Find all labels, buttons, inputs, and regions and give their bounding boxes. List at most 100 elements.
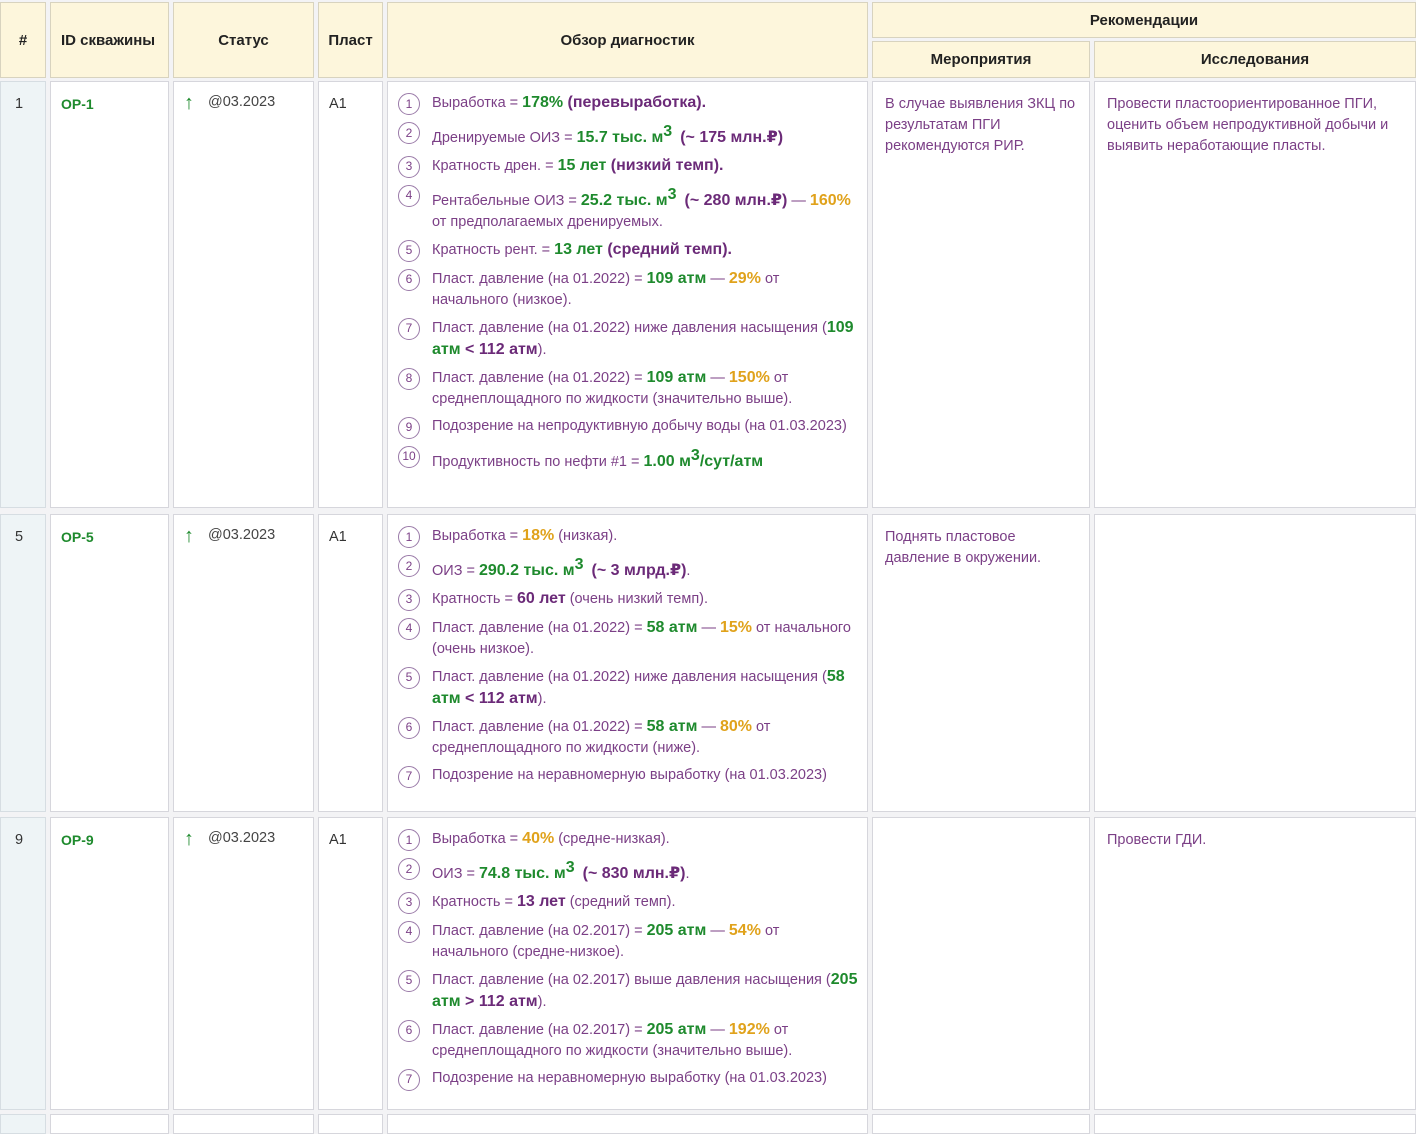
diagnostic-item: 4 Пласт. давление (на 01.2022) = 58 атм —… (398, 617, 859, 660)
diagnostic-item: 2 ОИЗ = 74.8 тыс. м3 (~ 830 млн.₽). (398, 857, 859, 885)
text-plain: Выработка = (432, 831, 523, 847)
value-green: 1.00 м (643, 452, 691, 470)
item-number-badge: 4 (398, 920, 420, 943)
value-purple: (~ 175 млн.₽) (680, 128, 784, 146)
value-sup: 3 (574, 556, 584, 573)
value-green: 109 атм (646, 269, 707, 287)
arrow-up-icon: ↑ (184, 92, 194, 114)
diagnostic-text: Подозрение на неравномерную выработку (н… (432, 765, 859, 786)
diagnostic-item: 7 Подозрение на неравномерную выработку (… (398, 1068, 859, 1091)
diagnostic-text: Пласт. давление (на 02.2017) выше давлен… (432, 969, 859, 1013)
text-plain-tail: (очень низкий темп). (565, 590, 709, 607)
item-number-badge: 9 (398, 416, 420, 439)
value-sup: 3 (690, 446, 700, 464)
plast-value: A1 (318, 817, 383, 1110)
recommendation-research: Провести ГДИ. (1094, 817, 1416, 1110)
text-plain: Пласт. давление (на 01.2022) = (432, 718, 647, 735)
item-number-badge: 1 (398, 829, 420, 851)
next-row-status (173, 1114, 314, 1134)
item-number-badge: 1 (398, 93, 420, 115)
value-green-unit: /сут/атм (699, 452, 764, 470)
header-events[interactable]: Мероприятия (872, 41, 1090, 78)
header-num: # (0, 2, 46, 78)
diagnostic-text: Рентабельные ОИЗ = 25.2 тыс. м3 (~ 280 мл… (432, 184, 859, 233)
next-row-research (1094, 1114, 1416, 1134)
value-purple: (перевыработка). (563, 94, 707, 111)
recommendation-research: Провести пластоориентированное ПГИ, оцен… (1094, 81, 1416, 508)
item-number-badge: 10 (398, 445, 420, 468)
diagnostic-text: Пласт. давление (на 02.2017) = 205 атм —… (432, 1019, 859, 1062)
value-purple: > 112 атм (460, 992, 538, 1010)
header-diagnostics[interactable]: Обзор диагностик (387, 2, 868, 78)
diagnostic-text: Подозрение на неравномерную выработку (н… (432, 1068, 859, 1089)
item-number-badge: 6 (398, 716, 420, 739)
row-number: 9 (0, 817, 46, 1110)
diagnostic-text: ОИЗ = 290.2 тыс. м3 (~ 3 млрд.₽). (432, 554, 859, 582)
diagnostic-text: Пласт. давление (на 01.2022) = 58 атм — … (432, 617, 859, 660)
dash: — (697, 718, 720, 735)
status-cell: ↑ @03.2023 (173, 81, 314, 508)
well-id-link[interactable]: OP-9 (50, 817, 169, 1110)
text-plain: ОИЗ = (432, 865, 479, 882)
item-number-badge: 5 (398, 969, 420, 992)
dash: — (697, 619, 720, 636)
diagnostic-text: Пласт. давление (на 01.2022) ниже давлен… (432, 317, 859, 361)
value-green: 58 атм (646, 717, 698, 735)
well-id-link[interactable]: OP-5 (50, 514, 169, 812)
diagnostic-text: Кратность = 13 лет (средний темп). (432, 891, 859, 913)
item-number-badge: 6 (398, 268, 420, 291)
diagnostic-item: 1 Выработка = 40% (средне-низкая). (398, 828, 859, 851)
status-date: @03.2023 (208, 830, 276, 846)
item-number-badge: 8 (398, 367, 420, 390)
text-plain: Пласт. давление (на 01.2022) = (432, 619, 647, 636)
text-plain: Дренируемые ОИЗ = (432, 129, 577, 146)
value-green: 74.8 тыс. м (478, 864, 566, 882)
diagnostic-item: 6 Пласт. давление (на 01.2022) = 58 атм —… (398, 716, 859, 759)
diagnostic-text: Кратность = 60 лет (очень низкий темп). (432, 588, 859, 610)
value-sup: 3 (667, 185, 677, 203)
next-row-plast (318, 1114, 383, 1134)
value-purple: < 112 атм (460, 340, 538, 358)
item-number-badge: 2 (398, 858, 420, 880)
diagnostic-item: 8 Пласт. давление (на 01.2022) = 109 атм … (398, 367, 859, 410)
arrow-up-icon: ↑ (184, 828, 194, 850)
text-plain-tail: ). (537, 690, 547, 707)
diagnostic-item: 7 Подозрение на неравномерную выработку (… (398, 765, 859, 788)
row-number: 1 (0, 81, 46, 508)
text-plain-tail: ). (537, 993, 547, 1010)
text-plain: Пласт. давление (на 01.2022) = (432, 369, 647, 386)
text-plain-tail: (средне-низкая). (554, 831, 670, 847)
diagnostic-item: 9 Подозрение на непродуктивную добычу вод… (398, 416, 859, 439)
header-plast[interactable]: Пласт (318, 2, 383, 78)
diagnostic-item: 5 Пласт. давление (на 01.2022) ниже давле… (398, 666, 859, 710)
diagnostic-text: Подозрение на непродуктивную добычу воды… (432, 416, 859, 437)
diagnostic-item: 1 Выработка = 178% (перевыработка). (398, 92, 859, 115)
recommendation-events: Поднять пластовое давление в окружении. (872, 514, 1090, 812)
text-plain: Пласт. давление (на 02.2017) выше давлен… (432, 971, 831, 988)
value-percent: 29% (728, 269, 761, 287)
header-status[interactable]: Статус (173, 2, 314, 78)
diagnostic-item: 3 Кратность = 13 лет (средний темп). (398, 891, 859, 914)
next-row-id (50, 1114, 169, 1134)
header-well-id[interactable]: ID скважины (50, 2, 169, 78)
text-plain: Пласт. давление (на 01.2022) ниже давлен… (432, 319, 827, 336)
item-number-badge: 6 (398, 1019, 420, 1042)
value-percent: 80% (719, 717, 753, 735)
diagnostic-item: 2 ОИЗ = 290.2 тыс. м3 (~ 3 млрд.₽). (398, 554, 859, 582)
well-id-link[interactable]: OP-1 (50, 81, 169, 508)
value-purple: (~ 3 млрд.₽) (591, 561, 687, 579)
text-plain-tail: . (685, 865, 690, 882)
diagnostic-text: Пласт. давление (на 01.2022) = 58 атм — … (432, 716, 859, 759)
diagnostics-cell: 1 Выработка = 178% (перевыработка). 2 Дрени… (387, 81, 868, 508)
text-plain: Выработка = (432, 528, 523, 544)
text-plain: Подозрение на неравномерную выработку (н… (432, 766, 827, 783)
row-number: 5 (0, 514, 46, 812)
value-percent: 54% (728, 921, 761, 939)
diagnostic-item: 3 Кратность дрен. = 15 лет (низкий темп). (398, 155, 859, 178)
next-row-num (0, 1114, 46, 1134)
value-green: 178% (522, 94, 564, 111)
header-research[interactable]: Исследования (1094, 41, 1416, 78)
value-green: 109 атм (646, 368, 707, 386)
text-plain: Пласт. давление (на 01.2022) ниже давлен… (432, 668, 827, 685)
diagnostic-text: Выработка = 18% (низкая). (432, 525, 859, 547)
